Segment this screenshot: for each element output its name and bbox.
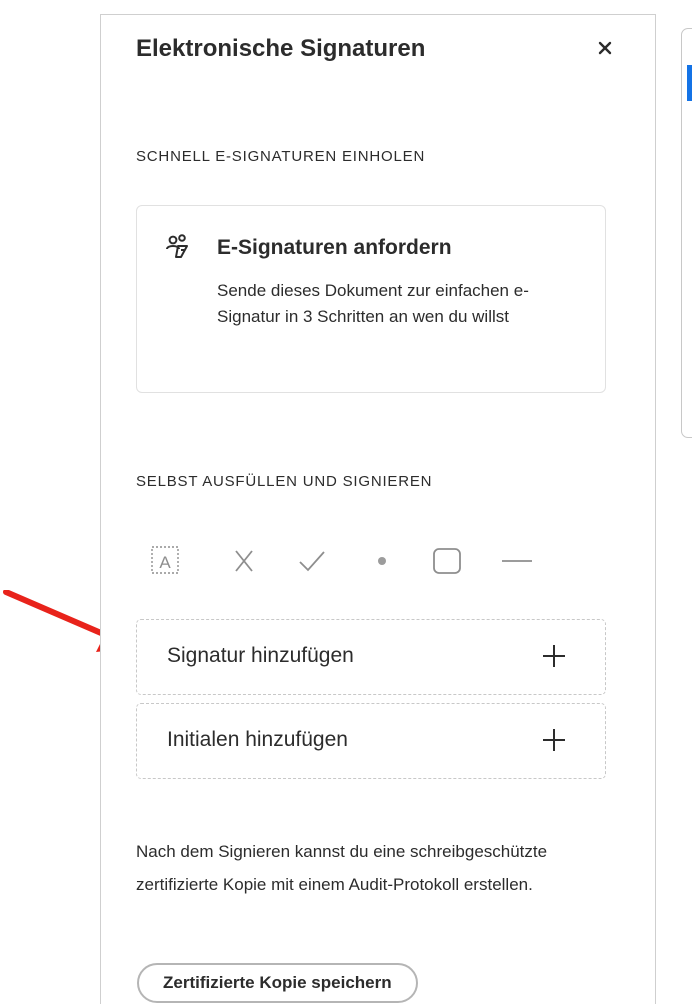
self-sign-section-label: SELBST AUSFÜLLEN UND SIGNIEREN — [136, 473, 433, 490]
plus-icon — [543, 645, 565, 667]
line-icon[interactable] — [496, 541, 536, 581]
add-initials-button[interactable]: Initialen hinzufügen — [136, 703, 606, 779]
add-signature-label: Signatur hinzufügen — [167, 644, 354, 667]
rounded-rectangle-icon[interactable] — [426, 541, 466, 581]
svg-text:A: A — [159, 553, 171, 572]
people-signature-icon — [166, 234, 188, 258]
request-esignatures-title: E-Signaturen anfordern — [217, 236, 452, 259]
add-signature-button[interactable]: Signatur hinzufügen — [136, 619, 606, 695]
add-initials-label: Initialen hinzufügen — [167, 728, 348, 751]
save-certified-copy-button[interactable]: Zertifizierte Kopie speichern — [137, 963, 418, 1003]
certified-copy-note: Nach dem Signieren kannst du eine schrei… — [136, 842, 548, 894]
cross-mark-icon[interactable] — [224, 541, 264, 581]
request-esignatures-description: Sende dieses Dokument zur einfachen e-Si… — [217, 281, 529, 326]
request-esignatures-card[interactable]: E-Signaturen anfordern Sende dieses Doku… — [136, 205, 606, 393]
dot-icon[interactable] — [362, 541, 402, 581]
close-icon[interactable] — [594, 37, 616, 59]
quick-esign-section-label: SCHNELL E-SIGNATUREN EINHOLEN — [136, 148, 426, 165]
panel-title: Elektronische Signaturen — [136, 35, 426, 62]
text-field-icon[interactable]: A — [146, 541, 186, 581]
selection-indicator — [687, 65, 692, 101]
checkmark-icon[interactable] — [292, 541, 332, 581]
plus-icon — [543, 729, 565, 751]
document-preview-edge — [681, 28, 692, 438]
fill-sign-toolbar: A — [136, 541, 576, 581]
signatures-panel: Elektronische Signaturen SCHNELL E-SIGNA… — [100, 14, 656, 1004]
